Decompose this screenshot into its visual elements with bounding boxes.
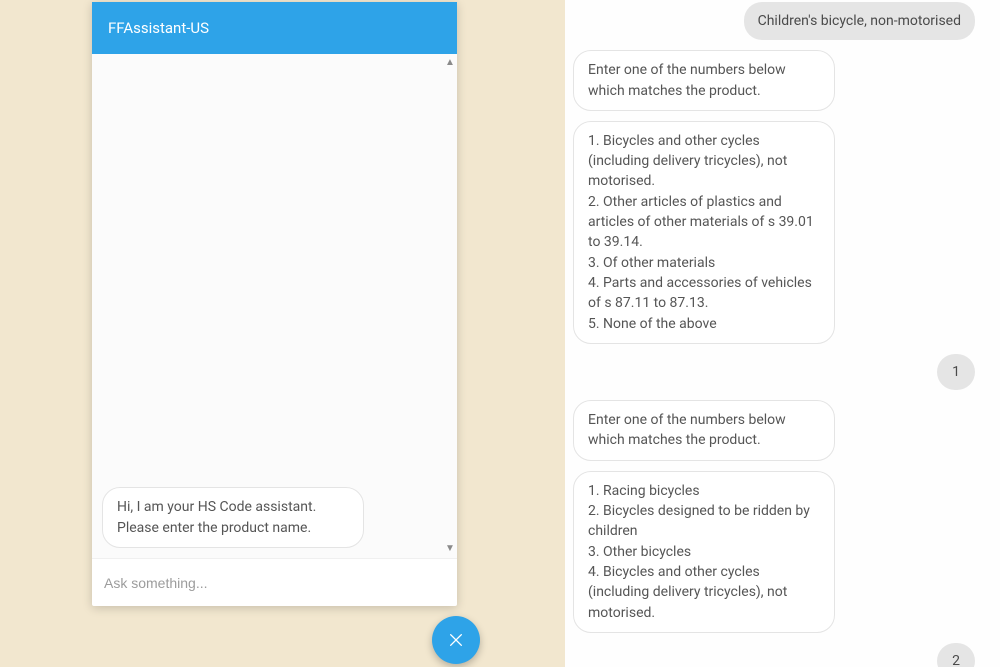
- user-message: 1: [937, 354, 975, 390]
- message-line: 4. Parts and accessories of vehicles of …: [588, 273, 820, 314]
- bot-message: Enter one of the numbers below which mat…: [573, 50, 835, 111]
- bot-message: 1. Racing bicycles2. Bicycles designed t…: [573, 471, 835, 633]
- message-line: 4. Bicycles and other cycles (including …: [588, 562, 820, 623]
- close-icon: [448, 632, 464, 648]
- right-panel: Children's bicycle, non-motorised Enter o…: [565, 0, 1000, 667]
- user-message: Children's bicycle, non-motorised: [744, 2, 975, 40]
- bot-message: 1. Bicycles and other cycles (including …: [573, 121, 835, 344]
- close-chat-button[interactable]: [432, 616, 480, 664]
- message-line: 3. Of other materials: [588, 253, 820, 273]
- message-line: 1. Bicycles and other cycles (including …: [588, 131, 820, 192]
- chat-scroll-area[interactable]: ▲ Hi, I am your HS Code assistant. Pleas…: [92, 54, 457, 558]
- chat-input[interactable]: [104, 575, 445, 591]
- chat-widget: FFAssistant-US ▲ Hi, I am your HS Code a…: [92, 2, 457, 606]
- message-line: 5. None of the above: [588, 314, 820, 334]
- chat-body: ▲ Hi, I am your HS Code assistant. Pleas…: [92, 54, 457, 559]
- chat-header-title: FFAssistant-US: [92, 2, 457, 54]
- bot-message: Enter one of the numbers below which mat…: [573, 400, 835, 461]
- message-line: 3. Other bicycles: [588, 542, 820, 562]
- message-line: 2. Bicycles designed to be ridden by chi…: [588, 501, 820, 542]
- left-panel: FFAssistant-US ▲ Hi, I am your HS Code a…: [0, 0, 565, 667]
- user-message: 2: [937, 643, 975, 667]
- conversation: Children's bicycle, non-motorised Enter o…: [573, 0, 975, 667]
- welcome-message: Hi, I am your HS Code assistant. Please …: [102, 487, 364, 548]
- message-line: 1. Racing bicycles: [588, 481, 820, 501]
- scroll-down-icon[interactable]: ▼: [445, 544, 455, 554]
- message-line: 2. Other articles of plastics and articl…: [588, 192, 820, 253]
- chat-input-row: [92, 559, 457, 606]
- scroll-up-icon[interactable]: ▲: [445, 58, 455, 68]
